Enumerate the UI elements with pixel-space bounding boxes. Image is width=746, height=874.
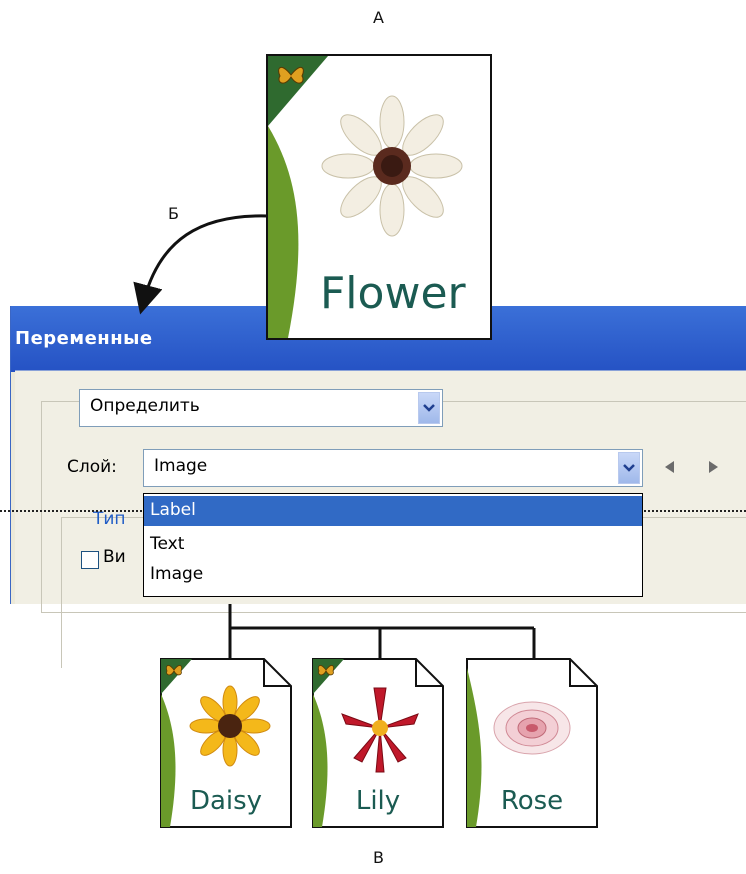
dropdown-option[interactable]: Label (144, 496, 642, 526)
butterfly-icon (166, 665, 182, 676)
layer-dropdown-list: Label Text Image (143, 493, 643, 597)
template-text: Flower (320, 268, 466, 319)
dropdown-option[interactable]: Image (144, 560, 642, 590)
define-combo[interactable]: Определить (79, 389, 443, 427)
chevron-down-icon[interactable] (618, 452, 640, 484)
document-word: Lily (355, 786, 401, 816)
daisy-image (189, 685, 271, 767)
callout-c: В (373, 848, 384, 867)
document-word: Daisy (189, 786, 263, 816)
output-document-lily: Lily (312, 658, 444, 828)
dialog-title: Переменные (15, 328, 153, 349)
template-document: Flower (266, 54, 492, 340)
chevron-down-icon[interactable] (418, 392, 440, 424)
layer-combo[interactable]: Image (143, 449, 643, 487)
butterfly-icon (318, 665, 334, 676)
type-group-label: Тип (93, 509, 126, 529)
visibility-label: Ви (103, 547, 126, 567)
dialog-client-area: Определить Слой: Image Тип Ви Label Text… (15, 370, 746, 668)
rose-image (493, 701, 571, 755)
visibility-checkbox[interactable] (81, 551, 99, 569)
callout-a: A (373, 8, 384, 27)
triangle-right-icon[interactable] (709, 461, 718, 473)
dropdown-option[interactable]: Text (144, 530, 642, 560)
define-combo-value: Определить (90, 396, 200, 416)
callout-b: Б (168, 204, 179, 223)
output-document-rose: Rose (466, 658, 598, 828)
variables-dialog: Переменные Определить Слой: Image Тип Ви… (10, 306, 746, 668)
triangle-left-icon[interactable] (665, 461, 674, 473)
layer-combo-value: Image (154, 456, 208, 476)
document-word: Rose (500, 786, 564, 816)
butterfly-icon (278, 66, 304, 84)
output-document-daisy: Daisy (160, 658, 292, 828)
layer-label: Слой: (67, 457, 117, 477)
flower-image (321, 95, 463, 237)
